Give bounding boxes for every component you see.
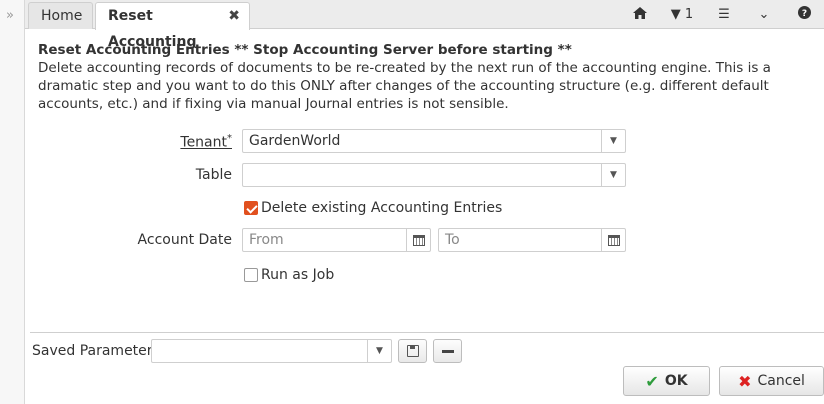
- hamburger-menu-icon[interactable]: ☰: [704, 7, 744, 22]
- tenant-combobox[interactable]: GardenWorld ▼: [242, 129, 626, 153]
- save-parameters-button[interactable]: [398, 339, 427, 363]
- check-icon: ✔: [645, 371, 659, 391]
- table-label: Table: [195, 167, 232, 183]
- checkbox-checked-icon[interactable]: [244, 201, 258, 215]
- process-description: Reset Accounting Entries ** Stop Account…: [38, 41, 824, 113]
- calendar-icon[interactable]: [601, 229, 625, 251]
- home-icon[interactable]: [620, 6, 660, 23]
- x-icon: ✖: [738, 371, 752, 391]
- window-toolbar: ▼ 1 ☰ ⌄ ?: [620, 0, 824, 29]
- account-date-label: Account Date: [137, 232, 232, 248]
- section-divider: [30, 332, 824, 333]
- window-count: 1: [684, 7, 694, 22]
- saved-parameters-label: Saved Parameters: [32, 343, 160, 359]
- tab-home[interactable]: Home: [28, 2, 93, 29]
- checkbox-unchecked-icon[interactable]: [244, 268, 258, 282]
- saved-parameters-combobox[interactable]: ▼: [151, 339, 392, 363]
- calendar-icon[interactable]: [406, 229, 430, 251]
- ok-label: OK: [664, 373, 688, 389]
- delete-existing-checkbox[interactable]: Delete existing Accounting Entries: [244, 200, 502, 216]
- left-collapse-strip: »: [0, 0, 25, 404]
- run-as-job-checkbox[interactable]: Run as Job: [244, 267, 334, 283]
- help-circle-icon[interactable]: ?: [784, 6, 824, 23]
- svg-text:?: ?: [801, 9, 806, 19]
- tab-home-label: Home: [41, 8, 83, 24]
- minus-icon: [441, 350, 454, 353]
- floppy-disk-icon: [406, 345, 419, 357]
- chevron-down-icon[interactable]: ▼: [601, 130, 625, 152]
- date-from-placeholder: From: [249, 232, 284, 248]
- chevron-down-icon[interactable]: ▼: [601, 164, 625, 186]
- run-as-job-label: Run as Job: [261, 267, 335, 283]
- process-dialog: Reset Accounting Entries ** Stop Account…: [25, 29, 824, 404]
- tenant-row: Tenant* GardenWorld ▼: [25, 129, 824, 153]
- cancel-label: Cancel: [757, 373, 805, 389]
- account-date-from-field[interactable]: From: [242, 228, 431, 252]
- expand-panel-icon[interactable]: »: [6, 8, 14, 23]
- date-to-placeholder: To: [445, 232, 460, 248]
- close-tab-icon[interactable]: ✖: [228, 3, 240, 29]
- tenant-value: GardenWorld: [249, 133, 341, 149]
- table-row: Table ▼: [25, 163, 824, 187]
- tab-reset-accounting[interactable]: Reset Accounting ✖: [95, 2, 250, 50]
- table-combobox[interactable]: ▼: [242, 163, 626, 187]
- tenant-label: Tenant*: [180, 133, 232, 151]
- window-list-button[interactable]: ▼ 1: [660, 7, 704, 22]
- process-title: Reset Accounting Entries ** Stop Account…: [38, 42, 572, 58]
- double-chevron-down-icon[interactable]: ⌄: [744, 7, 784, 22]
- window-tabbar: Home Reset Accounting ✖ ▼ 1 ☰ ⌄ ?: [25, 0, 824, 50]
- process-help-text: Delete accounting records of documents t…: [38, 60, 771, 112]
- caret-down-icon: ▼: [670, 7, 681, 22]
- account-date-row: Account Date From To: [25, 228, 824, 252]
- cancel-button[interactable]: ✖ Cancel: [719, 366, 824, 396]
- delete-parameters-button[interactable]: [433, 339, 462, 363]
- account-date-to-field[interactable]: To: [438, 228, 626, 252]
- delete-existing-label: Delete existing Accounting Entries: [261, 200, 503, 216]
- ok-button[interactable]: ✔ OK: [623, 366, 710, 396]
- chevron-down-icon[interactable]: ▼: [367, 340, 391, 362]
